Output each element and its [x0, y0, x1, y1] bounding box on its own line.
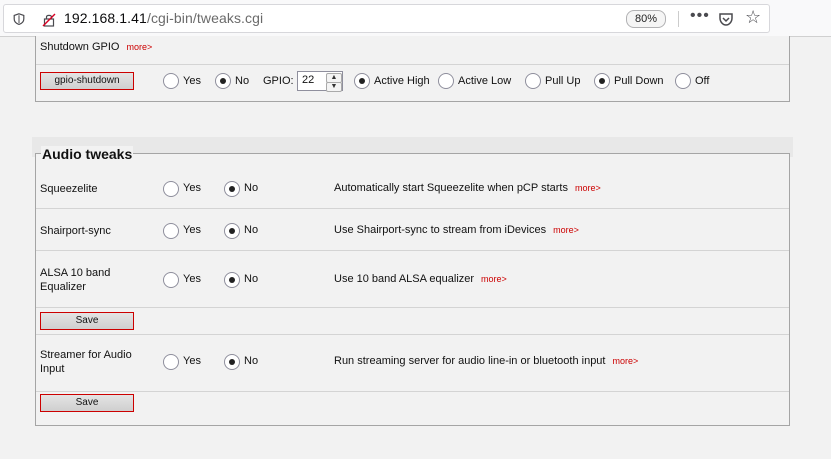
gpio-shutdown-button[interactable]: gpio-shutdown [40, 72, 134, 90]
streamer-label: Streamer for Audio Input [40, 349, 132, 375]
pull-up-radio[interactable] [525, 73, 541, 89]
toolbar-separator [678, 11, 679, 27]
pull-down-radio[interactable] [594, 73, 610, 89]
streamer-desc-text: Run streaming server for audio line-in o… [334, 355, 606, 367]
gpio-value: 22 [302, 74, 315, 86]
browser-toolbar: 192.168.1.41/cgi-bin/tweaks.cgi 80% ••• … [0, 0, 831, 37]
shutdown-gpio-more-link[interactable]: more> [127, 42, 153, 52]
bookmark-star-icon[interactable]: ☆ [745, 7, 761, 28]
pull-up-label: Pull Up [545, 75, 581, 87]
squeezelite-yes-radio[interactable] [163, 181, 179, 197]
shairport-yes-radio[interactable] [163, 223, 179, 239]
url-text[interactable]: 192.168.1.41/cgi-bin/tweaks.cgi [64, 10, 263, 26]
squeezelite-more-link[interactable]: more> [575, 183, 601, 193]
pull-off-radio[interactable] [675, 73, 691, 89]
streamer-yes-label: Yes [183, 355, 201, 367]
active-high-label: Active High [374, 75, 430, 87]
active-high-radio[interactable] [354, 73, 370, 89]
streamer-yes-radio[interactable] [163, 354, 179, 370]
pull-off-label: Off [695, 75, 710, 87]
alsa-no-label: No [244, 273, 259, 285]
audio-tweaks-legend: Audio tweaks [41, 146, 134, 162]
page-actions-menu-icon[interactable]: ••• [690, 7, 710, 25]
tracking-protection-shield-icon[interactable] [13, 13, 25, 25]
shutdown-yes-radio[interactable] [163, 73, 179, 89]
gpio-number-stepper[interactable]: 22 ▲ ▼ [297, 71, 343, 92]
url-host: 192.168.1.41 [64, 10, 147, 26]
pocket-icon[interactable] [718, 11, 734, 27]
alsa-desc-text: Use 10 band ALSA equalizer [334, 273, 475, 285]
pull-down-label: Pull Down [614, 75, 664, 87]
shutdown-gpio-row: Shutdown GPIO more> [36, 36, 789, 65]
shairport-more-link[interactable]: more> [553, 225, 579, 235]
alsa-more-link[interactable]: more> [481, 274, 507, 284]
url-path: /cgi-bin/tweaks.cgi [146, 10, 264, 26]
shutdown-no-label: No [235, 75, 250, 87]
squeezelite-no-radio[interactable] [224, 181, 240, 197]
streamer-description: Run streaming server for audio line-in o… [334, 355, 638, 367]
alsa-yes-radio[interactable] [163, 272, 179, 288]
active-low-radio[interactable] [438, 73, 454, 89]
squeezelite-label: Squeezelite [40, 183, 98, 195]
shairport-yes-label: Yes [183, 224, 201, 236]
alsa-save-row [36, 308, 789, 335]
insecure-lock-icon[interactable] [42, 13, 56, 27]
streamer-no-radio[interactable] [224, 354, 240, 370]
alsa-no-radio[interactable] [224, 272, 240, 288]
squeezelite-yes-label: Yes [183, 182, 201, 194]
stepper-down-icon[interactable]: ▼ [326, 82, 342, 92]
zoom-level-badge[interactable]: 80% [626, 10, 667, 28]
gpio-label: GPIO: [263, 75, 294, 87]
shutdown-gpio-text: Shutdown GPIO [40, 41, 120, 53]
squeezelite-description: Automatically start Squeezelite when pCP… [334, 182, 601, 194]
shairport-no-label: No [244, 224, 259, 236]
squeezelite-no-label: No [244, 182, 259, 194]
shairport-description: Use Shairport-sync to stream from iDevic… [334, 224, 579, 236]
alsa-equalizer-label: ALSA 10 band Equalizer [40, 267, 111, 293]
shairport-desc-text: Use Shairport-sync to stream from iDevic… [334, 224, 547, 236]
shairport-no-radio[interactable] [224, 223, 240, 239]
streamer-no-label: No [244, 355, 259, 367]
alsa-save-button[interactable]: Save [40, 312, 134, 330]
streamer-save-button[interactable]: Save [40, 394, 134, 412]
alsa-description: Use 10 band ALSA equalizer more> [334, 273, 507, 285]
shutdown-gpio-panel: Shutdown GPIO more> [35, 36, 790, 102]
shutdown-yes-label: Yes [183, 75, 201, 87]
shutdown-gpio-label: Shutdown GPIO more> [40, 40, 152, 54]
squeezelite-desc-text: Automatically start Squeezelite when pCP… [334, 182, 568, 194]
alsa-yes-label: Yes [183, 273, 201, 285]
streamer-more-link[interactable]: more> [612, 356, 638, 366]
shairport-label: Shairport-sync [40, 225, 111, 237]
shutdown-no-radio[interactable] [215, 73, 231, 89]
address-bar[interactable]: 192.168.1.41/cgi-bin/tweaks.cgi 80% ••• … [3, 4, 770, 33]
active-low-label: Active Low [458, 75, 512, 87]
